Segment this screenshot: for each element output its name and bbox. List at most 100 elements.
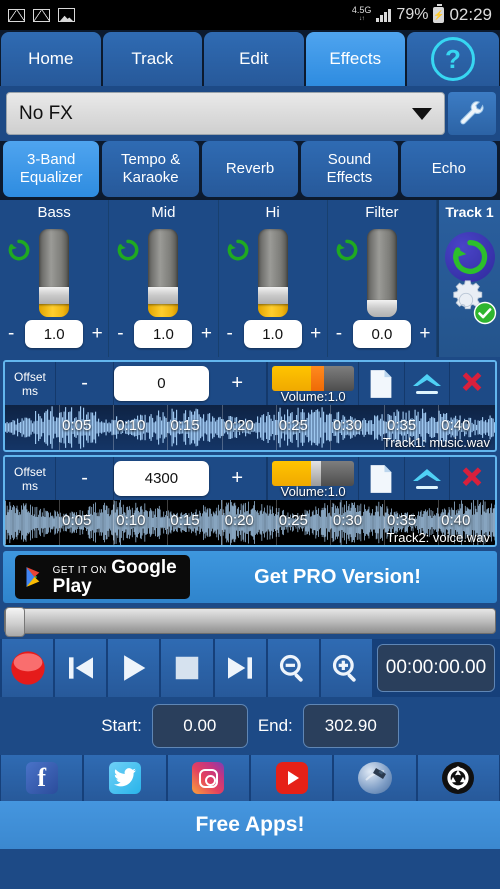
youtube-button[interactable] xyxy=(251,755,332,801)
track-move-up-button[interactable] xyxy=(405,457,450,500)
time-display[interactable]: 00:00:00.00 xyxy=(377,644,495,692)
volume-control[interactable]: Volume:1.0 xyxy=(267,457,359,500)
tab-effects[interactable]: Effects xyxy=(306,32,406,86)
fx-settings-button[interactable] xyxy=(448,92,496,135)
eq-minus-button[interactable]: - xyxy=(329,323,349,345)
track-reset-button[interactable] xyxy=(445,232,495,282)
google-play-icon xyxy=(25,563,45,591)
settings-button[interactable] xyxy=(418,755,499,801)
eq-slider-bass[interactable] xyxy=(39,229,69,317)
effect-tab-3-band-equalizer[interactable]: 3-Band Equalizer xyxy=(3,141,99,197)
eq-band-label: Mid xyxy=(151,204,175,221)
battery-charging-icon: ⚡ xyxy=(433,7,444,23)
eq-value-field[interactable]: 1.0 xyxy=(134,320,192,348)
offset-minus-button[interactable]: - xyxy=(56,362,114,405)
eq-value-field[interactable]: 1.0 xyxy=(244,320,302,348)
effect-tab-bar: 3-Band Equalizer Tempo & Karaoke Reverb … xyxy=(0,141,500,200)
offset-input[interactable]: 4300 xyxy=(114,461,208,496)
timeline-scrollbar[interactable] xyxy=(0,603,500,639)
volume-control[interactable]: Volume:1.0 xyxy=(267,362,359,405)
track-panel-title: Track 1 xyxy=(445,204,493,220)
zoom-out-button[interactable] xyxy=(268,639,319,697)
track-file-button[interactable] xyxy=(359,457,404,500)
instagram-icon xyxy=(192,762,224,794)
eq-slider-mid[interactable] xyxy=(148,229,178,317)
zoom-out-icon xyxy=(277,652,309,684)
website-button[interactable] xyxy=(334,755,415,801)
start-value-field[interactable]: 0.00 xyxy=(152,704,248,748)
track-move-up-button[interactable] xyxy=(405,362,450,405)
gmail-icon xyxy=(33,9,50,22)
track-controls: Offset ms - 4300 + Volume:1.0 xyxy=(5,457,495,500)
effect-tab-sound-effects[interactable]: Sound Effects xyxy=(301,141,397,197)
eq-plus-button[interactable]: + xyxy=(87,323,107,345)
eq-band-mid: Mid - 1.0 + xyxy=(109,200,218,357)
reset-icon[interactable] xyxy=(225,237,251,268)
eq-slider-hi[interactable] xyxy=(258,229,288,317)
offset-plus-button[interactable]: + xyxy=(209,457,267,500)
scrollbar-handle[interactable] xyxy=(5,607,25,637)
zoom-in-button[interactable] xyxy=(321,639,372,697)
eq-plus-button[interactable]: + xyxy=(306,323,326,345)
reset-icon[interactable] xyxy=(334,237,360,268)
play-button[interactable] xyxy=(108,639,159,697)
close-x-icon xyxy=(457,370,487,398)
offset-minus-button[interactable]: - xyxy=(56,457,114,500)
twitter-icon xyxy=(109,762,141,794)
waveform-filename: Track2: voice.wav xyxy=(386,530,490,545)
eq-plus-button[interactable]: + xyxy=(196,323,216,345)
offset-input[interactable]: 0 xyxy=(114,366,208,401)
track-apply-button[interactable] xyxy=(445,279,495,323)
eq-minus-button[interactable]: - xyxy=(1,323,21,345)
track-delete-button[interactable] xyxy=(450,457,495,500)
effect-tab-reverb[interactable]: Reverb xyxy=(202,141,298,197)
eq-minus-button[interactable]: - xyxy=(110,323,130,345)
tab-track[interactable]: Track xyxy=(103,32,203,86)
eq-band-body xyxy=(328,221,436,316)
eq-band-body xyxy=(0,221,108,316)
track-delete-button[interactable] xyxy=(450,362,495,405)
eq-value-field[interactable]: 1.0 xyxy=(25,320,83,348)
eq-slider-filter[interactable] xyxy=(367,229,397,317)
tab-home[interactable]: Home xyxy=(1,32,101,86)
promo-banner[interactable]: GET IT ON Google Play Get PRO Version! xyxy=(3,551,497,603)
volume-bar xyxy=(272,461,354,486)
google-play-text: GET IT ON Google Play xyxy=(53,558,180,596)
instagram-button[interactable] xyxy=(168,755,249,801)
zoom-in-icon xyxy=(330,652,362,684)
scrollbar-track[interactable] xyxy=(4,608,496,634)
facebook-icon: f xyxy=(26,762,58,794)
transport-bar: 00:00:00.00 xyxy=(0,639,500,697)
effect-tab-echo[interactable]: Echo xyxy=(401,141,497,197)
offset-plus-button[interactable]: + xyxy=(209,362,267,405)
stop-button[interactable] xyxy=(161,639,212,697)
eq-value-field[interactable]: 0.0 xyxy=(353,320,411,348)
record-button[interactable] xyxy=(2,639,53,697)
equalizer-bands: Bass - 1.0 + Mid xyxy=(0,200,437,357)
google-play-badge[interactable]: GET IT ON Google Play xyxy=(15,555,190,599)
fx-dropdown[interactable]: No FX xyxy=(6,92,445,135)
track-waveform[interactable]: 0:050:100:150:200:250:300:350:40 Track1:… xyxy=(5,405,495,450)
file-icon xyxy=(367,464,395,494)
eq-minus-button[interactable]: - xyxy=(220,323,240,345)
reset-icon[interactable] xyxy=(6,237,32,268)
track-row-1: Offset ms - 0 + Volume:1.0 xyxy=(3,360,497,452)
waveform-filename: Track1: music.wav xyxy=(383,435,490,450)
twitter-button[interactable] xyxy=(84,755,165,801)
help-button[interactable]: ? xyxy=(407,32,499,86)
network-type: 4.5G ↓↑ xyxy=(352,6,372,24)
reset-icon[interactable] xyxy=(115,237,141,268)
skip-back-button[interactable] xyxy=(55,639,106,697)
free-apps-banner[interactable]: Free Apps! xyxy=(0,801,500,849)
end-value-field[interactable]: 302.90 xyxy=(303,704,399,748)
chevron-down-icon xyxy=(412,108,432,120)
effect-tab-tempo-karaoke[interactable]: Tempo & Karaoke xyxy=(102,141,198,197)
eq-band-label: Filter xyxy=(365,204,398,221)
eq-plus-button[interactable]: + xyxy=(415,323,435,345)
track-waveform[interactable]: 0:050:100:150:200:250:300:350:40 Track2:… xyxy=(5,500,495,545)
track-file-button[interactable] xyxy=(359,362,404,405)
skip-previous-icon xyxy=(64,652,98,684)
facebook-button[interactable]: f xyxy=(1,755,82,801)
tab-edit[interactable]: Edit xyxy=(204,32,304,86)
skip-forward-button[interactable] xyxy=(215,639,266,697)
